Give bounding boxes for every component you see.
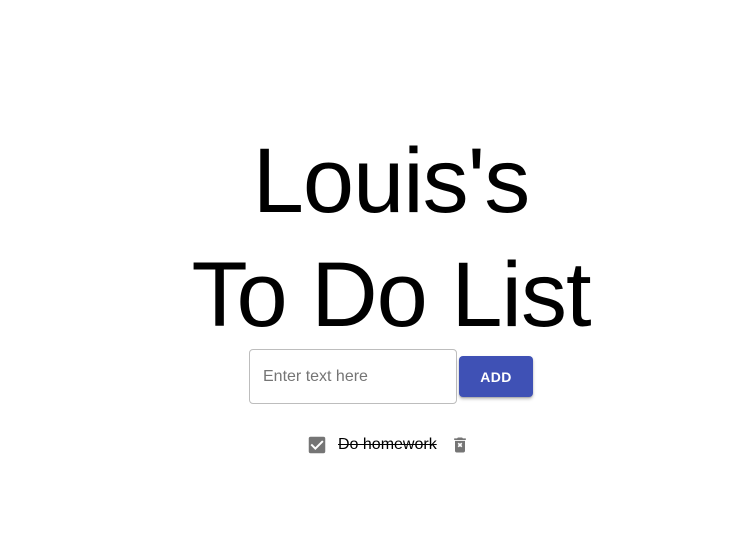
checkbox-checked-icon[interactable] [306, 434, 328, 456]
add-button[interactable]: ADD [459, 356, 533, 397]
page-title: Louis's To Do List [0, 124, 735, 352]
todo-input-field[interactable] [249, 349, 457, 404]
todo-item: Do homework [306, 433, 471, 457]
title-line-2: To Do List [191, 244, 591, 346]
todo-text: Do homework [338, 436, 437, 453]
title-line-1: Louis's [252, 130, 531, 232]
delete-icon[interactable] [449, 434, 471, 456]
todo-input[interactable] [250, 350, 456, 403]
